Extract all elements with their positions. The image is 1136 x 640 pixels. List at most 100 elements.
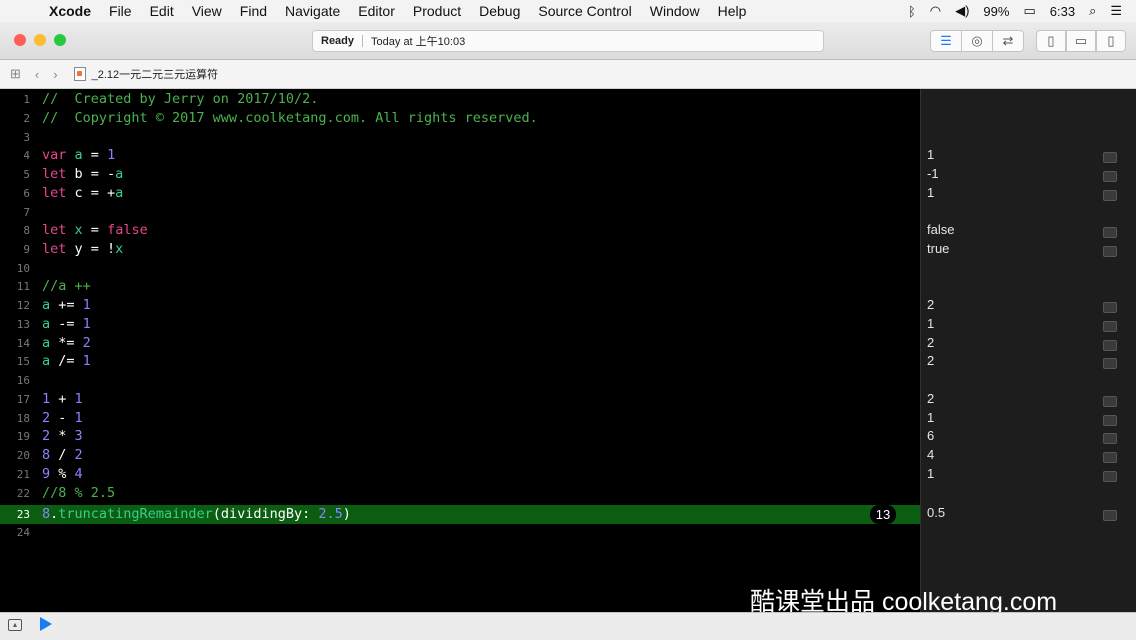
- code-line[interactable]: 12 a += 1: [0, 296, 920, 315]
- line-number: 4: [23, 149, 30, 162]
- assistant-editor-button[interactable]: ◎: [961, 30, 993, 52]
- code-text: a += 1: [42, 297, 91, 313]
- quick-look-button[interactable]: [1103, 396, 1117, 407]
- arrows-icon: ⇄: [1002, 33, 1014, 48]
- code-line[interactable]: 6 let c = +a: [0, 184, 920, 203]
- battery-icon[interactable]: ▭: [1023, 3, 1035, 19]
- code-line[interactable]: 21 9 % 4: [0, 465, 920, 484]
- toggle-utilities-button[interactable]: ▯: [1096, 30, 1126, 52]
- quick-look-button[interactable]: [1103, 302, 1117, 313]
- quick-look-button[interactable]: [1103, 152, 1117, 163]
- code-line[interactable]: 18 2 - 1: [0, 409, 920, 428]
- breadcrumb-filename[interactable]: _2.12一元二元三元运算符: [92, 66, 219, 82]
- list-icon[interactable]: ☰: [1110, 3, 1122, 19]
- quick-look-button[interactable]: [1103, 340, 1117, 351]
- menu-navigate[interactable]: Navigate: [276, 3, 349, 19]
- line-number: 2: [23, 112, 30, 125]
- menu-debug[interactable]: Debug: [470, 3, 529, 19]
- status-ready: Ready: [321, 35, 355, 47]
- code-text: a -= 1: [42, 316, 91, 332]
- code-line[interactable]: 22 //8 % 2.5: [0, 484, 920, 503]
- code-line-current[interactable]: 23 8.truncatingRemainder(dividingBy: 2.5): [0, 505, 920, 524]
- code-text: //8 % 2.5: [42, 485, 116, 501]
- code-line[interactable]: 19 2 * 3: [0, 427, 920, 446]
- run-play-icon[interactable]: [40, 617, 52, 631]
- quick-look-button[interactable]: [1103, 510, 1117, 521]
- code-editor[interactable]: 1 // Created by Jerry on 2017/10/2. 2 // C…: [0, 89, 920, 612]
- standard-editor-button[interactable]: ☰: [930, 30, 962, 52]
- code-line[interactable]: 24: [0, 523, 920, 542]
- code-line[interactable]: 11 //a ++: [0, 277, 920, 296]
- code-line[interactable]: 13 a -= 1: [0, 315, 920, 334]
- result-value: false: [927, 222, 955, 237]
- version-editor-button[interactable]: ⇄: [992, 30, 1024, 52]
- quick-look-button[interactable]: [1103, 433, 1117, 444]
- quick-look-button[interactable]: [1103, 471, 1117, 482]
- volume-icon[interactable]: ◀): [955, 3, 969, 19]
- code-line[interactable]: 2 // Copyright © 2017 www.coolketang.com.…: [0, 109, 920, 128]
- execution-count-badge[interactable]: 13: [870, 505, 896, 524]
- menu-window[interactable]: Window: [641, 3, 709, 19]
- code-line[interactable]: 16: [0, 371, 920, 390]
- result-value: 1: [927, 410, 935, 425]
- menu-edit[interactable]: Edit: [141, 3, 183, 19]
- toggle-debug-icon[interactable]: ▴: [8, 619, 22, 631]
- menu-view[interactable]: View: [183, 3, 231, 19]
- quick-look-button[interactable]: [1103, 227, 1117, 238]
- code-line[interactable]: 4 var a = 1: [0, 146, 920, 165]
- code-line[interactable]: 3: [0, 128, 920, 147]
- result-value: 1: [927, 466, 935, 481]
- menu-app[interactable]: Xcode: [40, 3, 100, 19]
- menu-product[interactable]: Product: [404, 3, 470, 19]
- code-line[interactable]: 15 a /= 1: [0, 352, 920, 371]
- toggle-navigator-button[interactable]: ▯: [1036, 30, 1066, 52]
- status-area: ᛒ ◠ ◀) 99% ▭ 6:33 ⌕ ☰: [908, 3, 1136, 19]
- battery-percent[interactable]: 99%: [983, 4, 1009, 19]
- results-sidebar: 1 -1 1 false true 2 1 2 2 2 1 6 4 1 0.5: [920, 89, 1136, 612]
- window-toolbar: Ready Today at 上午10:03 ☰ ◎ ⇄ ▯ ▭ ▯: [0, 22, 1136, 60]
- quick-look-button[interactable]: [1103, 321, 1117, 332]
- code-line[interactable]: 8 let x = false: [0, 221, 920, 240]
- code-line[interactable]: 9 let y = !x: [0, 240, 920, 259]
- code-line[interactable]: 1 // Created by Jerry on 2017/10/2.: [0, 90, 920, 109]
- quick-look-button[interactable]: [1103, 415, 1117, 426]
- forward-arrow-icon[interactable]: ›: [53, 67, 57, 82]
- result-value: 2: [927, 335, 935, 350]
- code-line[interactable]: 20 8 / 2: [0, 446, 920, 465]
- bluetooth-icon[interactable]: ᛒ: [908, 4, 916, 19]
- code-line[interactable]: 17 1 + 1: [0, 390, 920, 409]
- bottom-panel-icon: ▭: [1074, 33, 1088, 48]
- code-line[interactable]: 7: [0, 203, 920, 222]
- minimize-window-button[interactable]: [34, 34, 46, 46]
- code-line[interactable]: 14 a *= 2: [0, 334, 920, 353]
- toggle-debug-area-button[interactable]: ▭: [1066, 30, 1096, 52]
- code-line[interactable]: 5 let b = -a: [0, 165, 920, 184]
- code-text: a *= 2: [42, 335, 91, 351]
- quick-look-button[interactable]: [1103, 171, 1117, 182]
- result-value: 2: [927, 353, 935, 368]
- code-line[interactable]: 10: [0, 259, 920, 278]
- menu-find[interactable]: Find: [231, 3, 276, 19]
- quick-look-button[interactable]: [1103, 358, 1117, 369]
- clock[interactable]: 6:33: [1050, 4, 1075, 19]
- result-value: 1: [927, 316, 935, 331]
- quick-look-button[interactable]: [1103, 190, 1117, 201]
- menu-file[interactable]: File: [100, 3, 141, 19]
- line-number: 8: [23, 224, 30, 237]
- quick-look-button[interactable]: [1103, 246, 1117, 257]
- grid-icon[interactable]: ⊞: [10, 66, 21, 82]
- zoom-window-button[interactable]: [54, 34, 66, 46]
- rings-icon: ◎: [971, 33, 983, 48]
- wifi-icon[interactable]: ◠: [930, 3, 941, 19]
- close-window-button[interactable]: [14, 34, 26, 46]
- back-arrow-icon[interactable]: ‹: [35, 67, 39, 82]
- menu-source-control[interactable]: Source Control: [529, 3, 640, 19]
- quick-look-button[interactable]: [1103, 452, 1117, 463]
- activity-status-bar: Ready Today at 上午10:03: [312, 30, 824, 52]
- code-text: //a ++: [42, 278, 91, 294]
- menu-editor[interactable]: Editor: [349, 3, 404, 19]
- menu-help[interactable]: Help: [709, 3, 756, 19]
- playground-file-icon: [73, 67, 86, 81]
- code-text: 2 - 1: [42, 410, 83, 426]
- search-icon[interactable]: ⌕: [1089, 3, 1096, 19]
